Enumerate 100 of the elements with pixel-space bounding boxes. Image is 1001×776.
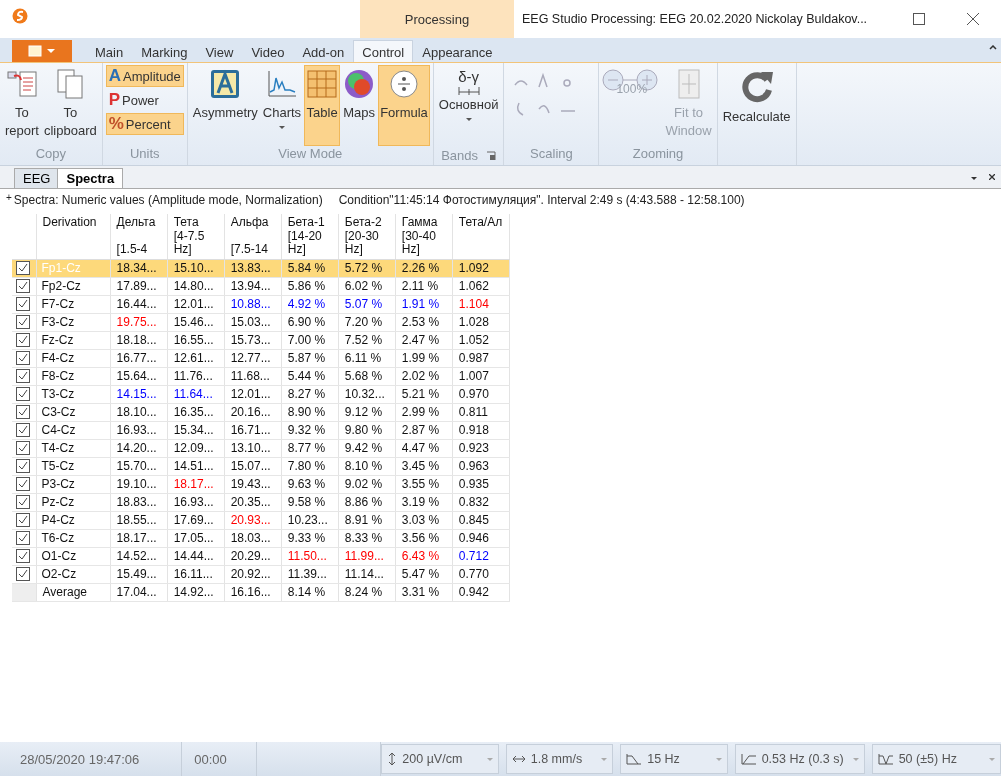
document-tab[interactable]: Spectra	[57, 168, 124, 188]
checkbox[interactable]	[16, 315, 30, 329]
table-cell: 16.71...	[224, 421, 282, 439]
group-label: Bands	[441, 148, 479, 163]
checkbox[interactable]	[16, 297, 30, 311]
status-dropdown[interactable]: 1.8 mm/s	[505, 744, 614, 774]
menu-tab[interactable]: Main	[86, 40, 133, 62]
close-icon[interactable]	[989, 174, 995, 180]
table-cell: 18.18...	[110, 331, 168, 349]
table-cell: 1.99 %	[395, 349, 453, 367]
maximize-icon[interactable]	[913, 13, 925, 25]
column-header[interactable]: Гамма [30-40 Hz]	[395, 214, 453, 259]
table-cell: 12.61...	[167, 349, 225, 367]
table-cell: 16.55...	[167, 331, 225, 349]
table-cell: 3.19 %	[395, 493, 453, 511]
menu-tab[interactable]: View	[196, 40, 243, 62]
table-cell: 0.987	[452, 349, 510, 367]
view-mode-button[interactable]: Asymmetry	[190, 65, 260, 146]
column-header[interactable]: Derivation	[36, 214, 111, 259]
tab-list-icon[interactable]	[971, 177, 977, 180]
table-cell: 2.02 %	[395, 367, 453, 385]
expand-mark[interactable]: +	[6, 192, 12, 203]
view-mode-button[interactable]: Table	[304, 65, 341, 146]
checkbox[interactable]	[16, 405, 30, 419]
unit-option[interactable]: P Power	[105, 89, 184, 111]
recalculate-button[interactable]: Recalculate	[720, 65, 793, 165]
close-icon[interactable]	[967, 13, 979, 25]
table-cell: 8.77 %	[281, 439, 339, 457]
checkbox[interactable]	[16, 261, 30, 275]
table-cell: 20.16...	[224, 403, 282, 421]
checkbox[interactable]	[16, 333, 30, 347]
dialog-launcher-icon[interactable]	[486, 150, 497, 161]
menu-tab[interactable]: Control	[353, 40, 414, 62]
menu-tab[interactable]: Marking	[132, 40, 197, 62]
table-cell: 0.712	[452, 547, 510, 565]
app-menu-button[interactable]	[12, 40, 72, 62]
checkbox[interactable]	[16, 495, 30, 509]
unit-option[interactable]: %Percent	[105, 113, 184, 135]
document-tab[interactable]: EEG	[14, 168, 60, 188]
table-cell: 5.47 %	[395, 565, 453, 583]
view-mode-button[interactable]: Maps	[341, 65, 378, 146]
menu-icon	[27, 45, 57, 57]
view-mode-button[interactable]: Charts	[260, 65, 304, 146]
table-cell: 9.58 %	[281, 493, 339, 511]
notch-filter-icon	[877, 753, 894, 765]
checkbox[interactable]	[16, 369, 30, 383]
table-cell: 6.90 %	[281, 313, 339, 331]
checkbox[interactable]	[16, 459, 30, 473]
column-header[interactable]: Бета-2 [20-30 Hz]	[338, 214, 396, 259]
status-dropdown[interactable]: 200 µV/cm	[381, 744, 499, 774]
status-date: 28/05/2020 19:47:06	[0, 742, 183, 776]
view-mode-button[interactable]: Formula	[378, 65, 430, 146]
column-header[interactable]: Бета-1 [14-20 Hz]	[281, 214, 339, 259]
table-cell: 19.75...	[110, 313, 168, 331]
column-header[interactable]: Тета/Ал	[452, 214, 510, 259]
column-header[interactable]: Тета [4-7.5 Hz]	[167, 214, 225, 259]
menu-tab[interactable]: Video	[242, 40, 294, 62]
table-cell: Fz-Cz	[36, 331, 111, 349]
status-dropdown[interactable]: 0.53 Hz (0.3 s)	[734, 744, 865, 774]
checkbox[interactable]	[16, 351, 30, 365]
table-cell: 0.832	[452, 493, 510, 511]
checkbox[interactable]	[16, 477, 30, 491]
menu-tab[interactable]: Add-on	[293, 40, 354, 62]
table-cell: 8.24 %	[338, 583, 396, 601]
bands-dropdown-button[interactable]: δ-γ Основной	[436, 65, 501, 146]
table-cell: 9.02 %	[338, 475, 396, 493]
table-cell: 3.56 %	[395, 529, 453, 547]
table-cell: 5.87 %	[281, 349, 339, 367]
status-dropdown[interactable]: 15 Hz	[620, 744, 728, 774]
checkbox[interactable]	[16, 279, 30, 293]
checkbox[interactable]	[16, 531, 30, 545]
vertical-arrows-icon	[387, 752, 398, 766]
menu-tab[interactable]: Appearance	[413, 40, 502, 62]
checkbox[interactable]	[16, 513, 30, 527]
group-label: Zooming	[631, 146, 685, 163]
table-cell: 16.16...	[224, 583, 282, 601]
table-cell: 0.970	[452, 385, 510, 403]
table-cell: 0.918	[452, 421, 510, 439]
column-header[interactable]: Альфа [7.5-14	[224, 214, 282, 259]
column-header[interactable]: Дельта [1.5-4	[110, 214, 168, 259]
table-cell: 20.35...	[224, 493, 282, 511]
copy-button[interactable]: To report	[3, 65, 41, 146]
table-cell: 9.12 %	[338, 403, 396, 421]
table-cell: 16.77...	[110, 349, 168, 367]
checkbox[interactable]	[16, 423, 30, 437]
table-cell: 19.43...	[224, 475, 282, 493]
checkbox[interactable]	[16, 567, 30, 581]
checkbox[interactable]	[16, 387, 30, 401]
checkbox[interactable]	[16, 441, 30, 455]
status-dropdown[interactable]: 50 (±5) Hz	[871, 744, 1001, 774]
table-cell: 14.80...	[167, 277, 225, 295]
table-cell: 0.923	[452, 439, 510, 457]
unit-option[interactable]: AAmplitude	[105, 65, 184, 87]
table-cell: Fp2-Cz	[36, 277, 111, 295]
copy-button[interactable]: To clipboard	[41, 65, 99, 146]
table-cell: 1.104	[452, 295, 510, 313]
collapse-ribbon-icon[interactable]	[989, 45, 997, 50]
caret-icon	[601, 757, 608, 761]
context-tab-label: Processing	[360, 0, 514, 38]
checkbox[interactable]	[16, 549, 30, 563]
